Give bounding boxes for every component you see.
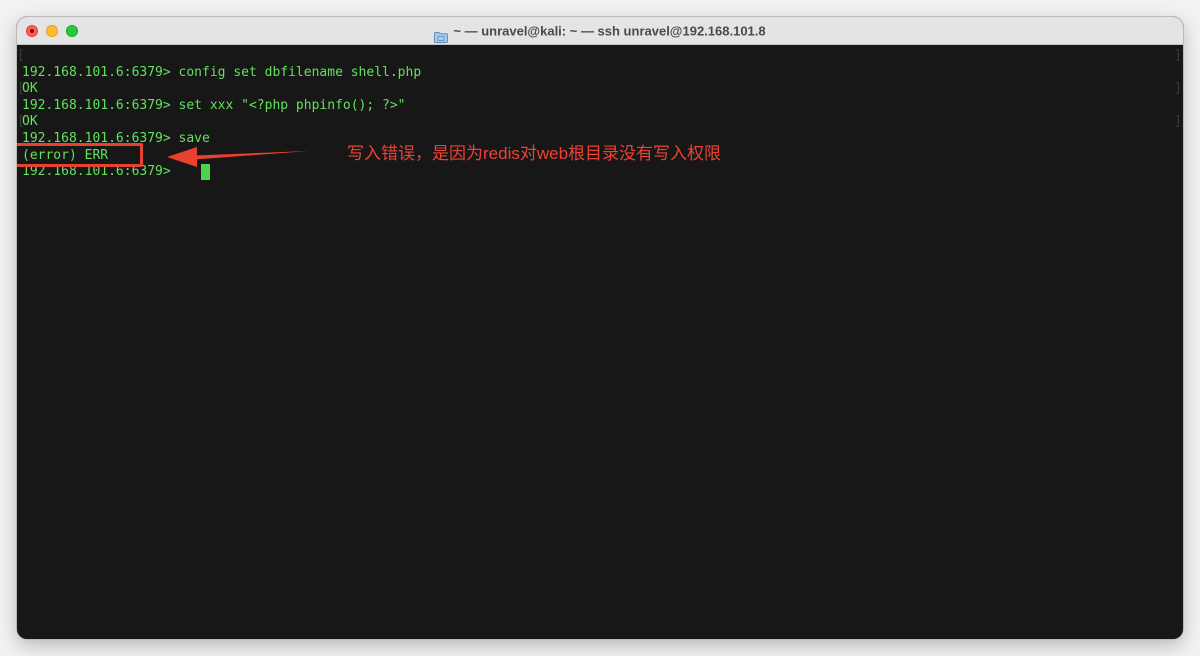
terminal-line: 192.168.101.6:6379> set xxx "<?php phpin… <box>22 98 406 113</box>
title-bar[interactable]: ~ — unravel@kali: ~ — ssh unravel@192.16… <box>17 17 1183 45</box>
annotation-text: 写入错误，是因为redis对web根目录没有写入权限 <box>347 144 722 163</box>
terminal-output[interactable]: [ [ [ ] ] ] 192.168.101.6:6379> config s… <box>17 45 1183 639</box>
terminal-line: OK <box>22 114 38 129</box>
folder-icon <box>434 25 449 43</box>
block-cursor <box>201 164 210 180</box>
scrollback-mark: ] <box>1174 48 1182 63</box>
scrollback-mark: [ <box>17 48 25 63</box>
terminal-window: ~ — unravel@kali: ~ — ssh unravel@192.16… <box>17 17 1183 639</box>
scrollback-mark: ] <box>1174 114 1182 129</box>
scrollback-mark: ] <box>1174 81 1182 96</box>
window-title: ~ — unravel@kali: ~ — ssh unravel@192.16… <box>453 23 766 39</box>
error-highlight-box <box>17 143 143 167</box>
terminal-line: 192.168.101.6:6379> config set dbfilenam… <box>22 65 422 80</box>
window-title-area: ~ — unravel@kali: ~ — ssh unravel@192.16… <box>17 17 1183 45</box>
terminal-line: OK <box>22 81 38 96</box>
